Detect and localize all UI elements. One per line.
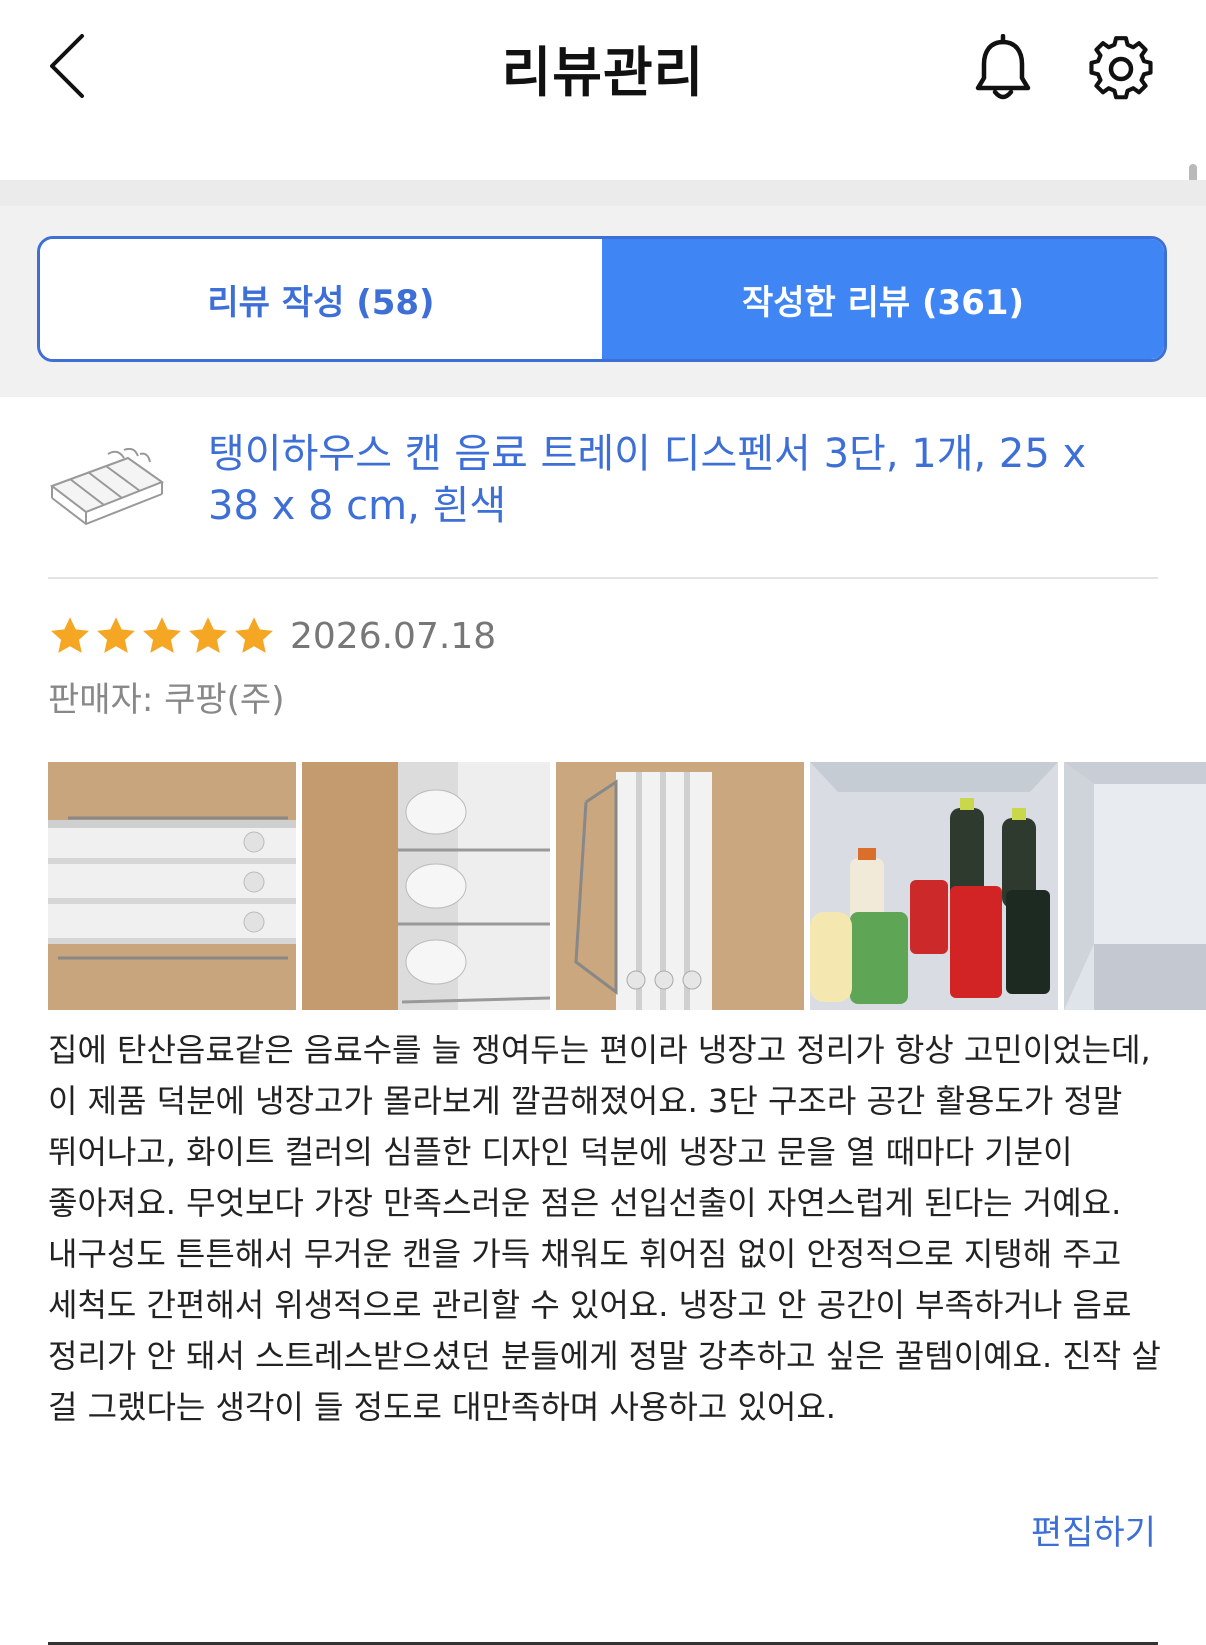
top-app-bar: 리뷰관리 — [0, 0, 1206, 170]
divider — [48, 577, 1158, 579]
section-separator — [0, 180, 1206, 206]
edit-review-button[interactable]: 편집하기 — [1031, 1505, 1156, 1554]
review-photo[interactable] — [810, 762, 1058, 1010]
seller-label: 판매자: 쿠팡(주) — [48, 680, 285, 720]
star-icon — [97, 617, 135, 653]
review-photo[interactable] — [48, 762, 296, 1010]
review-photo[interactable] — [1064, 762, 1206, 1010]
gear-icon — [1089, 36, 1153, 100]
star-icon — [235, 617, 273, 653]
review-text: 집에 탄산음료같은 음료수를 늘 쟁여두는 편이라 냉장고 정리가 항상 고민이… — [48, 1031, 1161, 1426]
product-thumbnail[interactable] — [48, 447, 166, 538]
review-photo[interactable] — [556, 762, 804, 1010]
notifications-button[interactable] — [972, 33, 1034, 104]
star-icon — [143, 617, 181, 653]
product-name-link[interactable]: 탱이하우스 캔 음료 트레이 디스펜서 3단, 1개, 25 x 38 x 8 … — [208, 428, 1148, 532]
review-photos — [48, 762, 1206, 1010]
tabs-section: 리뷰 작성 (58) 작성한 리뷰 (361) — [0, 180, 1206, 397]
settings-button[interactable] — [1088, 34, 1154, 104]
star-icon — [189, 617, 227, 653]
tab-written-reviews[interactable]: 작성한 리뷰 (361) — [602, 239, 1164, 359]
bell-icon — [975, 33, 1031, 100]
star-rating — [48, 614, 276, 658]
star-icon — [51, 617, 89, 653]
rating-row: 2026.07.18 — [48, 608, 496, 664]
tab-write-review[interactable]: 리뷰 작성 (58) — [40, 239, 602, 359]
review-date: 2026.07.18 — [290, 615, 497, 657]
product-info: 탱이하우스 캔 음료 트레이 디스펜서 3단, 1개, 25 x 38 x 8 … — [48, 428, 1158, 548]
review-tabs: 리뷰 작성 (58) 작성한 리뷰 (361) — [37, 236, 1167, 362]
review-photo[interactable] — [302, 762, 550, 1010]
